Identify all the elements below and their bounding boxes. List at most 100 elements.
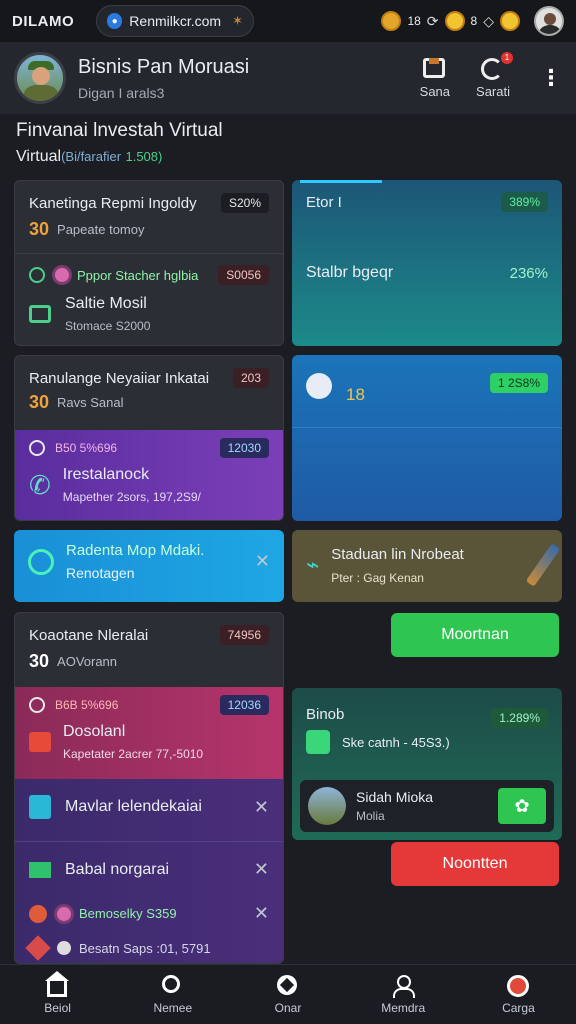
refresh-icon[interactable]: ⟳ [427, 13, 439, 30]
item-line: Pppor Stacher hglbia [77, 267, 199, 283]
amount-icon: 30 [29, 392, 50, 412]
item-tag: S0056 [218, 265, 269, 285]
page-subtitle: Digan I arals3 [78, 84, 165, 101]
app-header: Bisnis Pan Moruasi Digan I arals3 Sana 1… [0, 42, 576, 114]
nav-explore[interactable]: Onar [230, 965, 345, 1024]
wallet-icon [29, 305, 51, 323]
section-title: Finvanai lnvestah Virtual [16, 120, 223, 141]
gear-icon [57, 941, 71, 955]
stat-title: Binob [306, 705, 345, 723]
compass-icon [277, 974, 297, 995]
tool-sub: Pter : Gag Kenan [331, 570, 424, 585]
mail-icon [29, 861, 51, 878]
document-icon [29, 732, 51, 752]
flower-icon [57, 906, 71, 921]
amount-label: AOVorann [57, 654, 118, 669]
more-menu-icon[interactable]: ⋮ [540, 65, 562, 91]
coin-icon [381, 11, 402, 31]
list-item-title: Besatn Saps :01, 5791 [79, 940, 211, 956]
save-icon [422, 57, 445, 78]
list-icon [29, 795, 51, 819]
percent-icon [306, 730, 330, 754]
magenta-tag: 12036 [219, 695, 269, 715]
target-icon [29, 697, 45, 713]
avatar[interactable] [534, 6, 564, 36]
nav-profile[interactable]: Memdra [346, 965, 461, 1024]
notification-badge: 1 [501, 51, 514, 64]
card-title: Ranulange Neyaiiar Inkatai [29, 369, 210, 387]
coin-icon [500, 11, 520, 31]
user-icon [392, 974, 416, 998]
investment-card-4[interactable]: Koaotane Nleralai 74956 30 AOVorann B6B … [14, 612, 284, 964]
tool-card[interactable]: ⌁ Staduan lin Nrobeat Pter : Gag Kenan [292, 530, 562, 602]
status-ring-icon [29, 267, 45, 283]
bottom-nav: Beiol Nemee Onar Memdra Carga [0, 964, 576, 1024]
stat-subtag: 236% [509, 264, 548, 282]
purple-panel: B50 5%696 12030 ✆ Irestalanock Mapether … [15, 430, 283, 520]
status-bar: DILAMO ● Renmilkcr.com ✶ 18 ⟳ 8 ◇ [0, 0, 576, 42]
url-bar[interactable]: ● Renmilkcr.com ✶ [96, 5, 254, 37]
nav-label: Beiol [44, 1000, 71, 1015]
violet-list: Mavlar lelendekaiai ✕ Babal norgarai ✕ B… [15, 779, 283, 963]
close-icon[interactable]: ✕ [255, 551, 270, 572]
tool-title: Staduan lin Nrobeat [331, 545, 464, 563]
search-icon [161, 974, 180, 993]
stat-tag: 1 2S8% [489, 373, 548, 393]
nav-label: Memdra [381, 1000, 426, 1015]
stat-card-3[interactable]: Binob 1.289% Ske catnh - 45S3.) Sidah Mi… [292, 688, 562, 840]
pen-icon [525, 543, 561, 587]
nav-home[interactable]: Beiol [0, 965, 115, 1024]
stat-card-1[interactable]: Etor I 389% Stalbr bgeqr 236% [292, 180, 562, 346]
status-count-1: 18 [407, 14, 421, 28]
section-subtitle: Virtual(Bi/farafier 1.508) [16, 148, 163, 165]
stat-value: 18 [346, 385, 365, 404]
card-title: Kanetinga Repmi Ingoldy [29, 194, 197, 212]
card-tag: S20% [220, 193, 269, 213]
phone-icon: ✆ [29, 469, 51, 500]
coin-icon [444, 11, 465, 31]
globe-icon: ● [107, 13, 123, 29]
cart-icon [507, 974, 530, 997]
clock-icon [28, 548, 54, 575]
url-text: Renmilkcr.com [129, 13, 222, 29]
close-icon[interactable]: ✕ [254, 903, 269, 924]
pie-icon [306, 373, 332, 399]
profile-mini-card[interactable]: Sidah Mioka Molia ✿ [300, 780, 554, 832]
close-icon[interactable]: ✕ [254, 859, 269, 880]
promo-card[interactable]: Radenta Mop Mdaki. Renotagen ✕ [14, 530, 284, 602]
camera-button[interactable]: ✿ [498, 788, 546, 824]
card-tag: 203 [232, 368, 269, 388]
stat-title: Etor I [306, 193, 342, 211]
magenta-panel: B6B 5%696 12036 Dosolanl Kapetater 2acre… [15, 687, 283, 779]
status-time: DILAMO [12, 12, 75, 30]
save-label: Sana [419, 83, 451, 99]
sync-icon [481, 57, 504, 80]
primary-green-button[interactable]: Moortnan [391, 613, 559, 657]
investment-card-1[interactable]: Kanetinga Repmi Ingoldy S20% 30 Papeate … [14, 180, 284, 346]
status-right: 18 ⟳ 8 ◇ [381, 6, 564, 36]
save-button[interactable]: Sana [419, 57, 451, 99]
investment-card-2[interactable]: Ranulange Neyaiiar Inkatai 203 30 Ravs S… [14, 355, 284, 521]
stat-subtitle: Stalbr bgeqr [306, 264, 394, 281]
star-icon[interactable]: ✶ [232, 13, 243, 29]
primary-red-button[interactable]: Noontten [391, 842, 559, 886]
close-icon[interactable]: ✕ [254, 797, 269, 818]
amount-icon: 30 [29, 219, 50, 239]
home-icon [44, 970, 69, 997]
amount-label: Ravs Sanal [57, 395, 124, 410]
purple-title: Irestalanock [62, 466, 150, 483]
purple-tag: 12030 [219, 438, 269, 458]
mini-title: Sidah Mioka [356, 789, 434, 805]
nav-cart[interactable]: Carga [461, 965, 576, 1024]
stat-card-2[interactable]: 18 1 2S8% [292, 355, 562, 521]
nav-search[interactable]: Nemee [115, 965, 230, 1024]
page-title: Bisnis Pan Moruasi [78, 55, 250, 78]
magenta-title: Dosolanl [63, 723, 126, 740]
avatar [308, 787, 346, 825]
amount-label: Papeate tomoy [57, 222, 145, 237]
status-count-2: 8 [470, 14, 478, 28]
profile-avatar[interactable] [14, 52, 66, 104]
purple-sub: Mapether 2sors, 197,2S9/ [62, 490, 201, 504]
purple-line: B50 5%696 [55, 441, 118, 455]
sync-button[interactable]: 1 Sarati [476, 51, 514, 99]
